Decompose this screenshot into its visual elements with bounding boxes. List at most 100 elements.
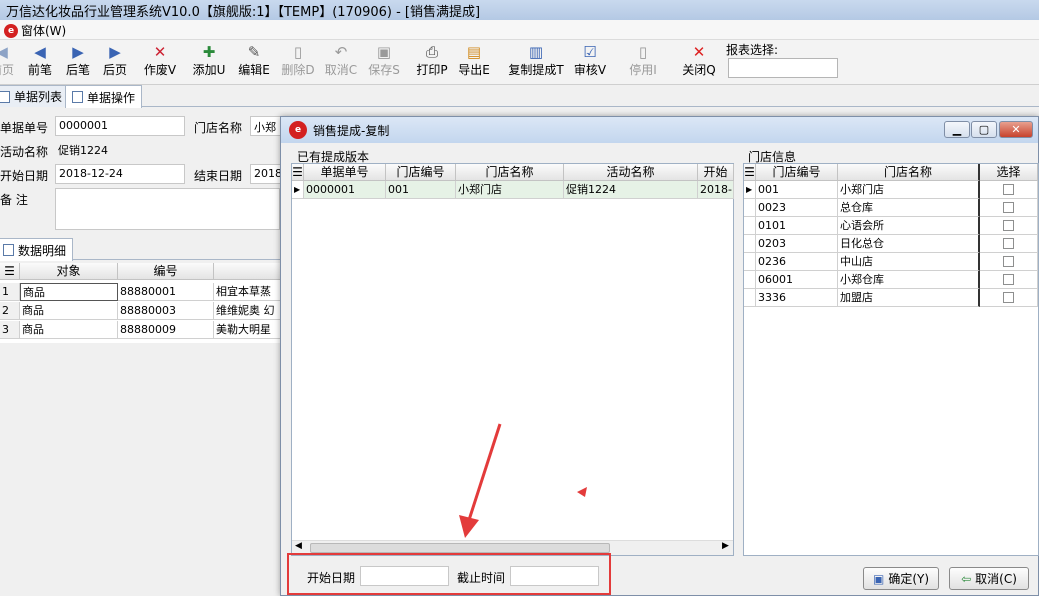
tab-detail[interactable]: 数据明细: [0, 238, 74, 261]
versions-col-doc: 单据单号: [304, 164, 386, 181]
scroll-thumb[interactable]: [310, 543, 610, 553]
cell-store-code: 0203: [756, 235, 838, 253]
row-pointer-icon: [744, 217, 756, 235]
scroll-left-icon[interactable]: ◀: [295, 541, 302, 551]
cell-store-code: 3336: [756, 289, 838, 307]
select-checkbox[interactable]: [1003, 238, 1014, 249]
select-checkbox[interactable]: [1003, 184, 1014, 195]
cell-store-code: 0023: [756, 199, 838, 217]
start-date-field[interactable]: 2018-12-24: [55, 164, 185, 184]
cell-name: 美勒大明星: [214, 321, 282, 339]
row-number: 2: [0, 302, 20, 320]
remark-label: 备 注: [0, 193, 28, 207]
cell-doc: 0000001: [304, 181, 386, 199]
void-icon: ✕: [153, 43, 167, 61]
row-pointer-icon: [744, 271, 756, 289]
audit-icon: ☑: [583, 43, 597, 61]
store-col-select: 选择: [980, 164, 1038, 181]
cell-object: 商品: [20, 283, 118, 301]
report-select-input[interactable]: [728, 58, 838, 78]
versions-grid-menu-icon[interactable]: ☰: [292, 164, 304, 181]
cell-select: [980, 271, 1038, 289]
cell-store-name: 小郑仓库: [838, 271, 980, 289]
select-checkbox[interactable]: [1003, 202, 1014, 213]
copy-commission-button[interactable]: ▥ 复制提成T: [508, 43, 564, 83]
cell-name: 相宜本草蒸: [214, 283, 282, 301]
close-dialog-button[interactable]: ✕: [999, 121, 1033, 138]
cancel-tool-button[interactable]: ↶ 取消C: [319, 43, 363, 83]
close-tool-button[interactable]: ✕ 关闭Q: [677, 43, 721, 83]
remark-field[interactable]: [55, 188, 280, 230]
ok-button[interactable]: ▣ 确定(Y): [863, 567, 939, 590]
versions-col-code: 门店编号: [386, 164, 456, 181]
edit-button[interactable]: ✎ 编辑E: [232, 43, 276, 83]
select-checkbox[interactable]: [1003, 292, 1014, 303]
add-button[interactable]: ✚ 添加U: [187, 43, 231, 83]
store-grid-menu-icon[interactable]: ☰: [744, 164, 756, 181]
doc-icon: [72, 91, 83, 103]
menu-window[interactable]: e 窗体(W): [4, 22, 66, 39]
store-field[interactable]: 小郑: [250, 116, 282, 136]
row-pointer-icon: ▶: [744, 181, 756, 199]
cell-store-code: 0236: [756, 253, 838, 271]
cell-store-name: 日化总仓: [838, 235, 980, 253]
export-icon: ▤: [466, 43, 482, 61]
cell-store-code: 001: [756, 181, 838, 199]
cancel-button[interactable]: ⇦ 取消(C): [949, 567, 1029, 590]
versions-col-activity: 活动名称: [564, 164, 698, 181]
report-select: 报表选择:: [726, 41, 838, 78]
void-button[interactable]: ✕ 作废V: [138, 43, 182, 83]
row-pointer-icon: [744, 235, 756, 253]
detail-grid: ☰ 对象 编号 1 商品 88880001 相宜本草蒸 2 商品 8888000…: [0, 263, 282, 343]
versions-grid: ☰ 单据单号 门店编号 门店名称 活动名称 开始 ▶ 0000001 001 小…: [291, 163, 734, 556]
toolbar: ◀前页 ◀前笔 ▶后笔 ▶后页 ✕作废V ✚添加U ✎编辑E ▯删除D ↶取消C…: [0, 40, 1039, 85]
printer-icon: ⎙: [425, 43, 438, 61]
row-pointer-icon: [744, 253, 756, 271]
audit-button[interactable]: ☑ 审核V: [568, 43, 612, 83]
cell-object: 商品: [20, 321, 118, 339]
disable-icon: ▯: [638, 43, 648, 61]
store-grid: ☰ 门店编号 门店名称 选择 ▶ 001 小郑门店 0023 总仓库 0101 心语会所 02…: [743, 163, 1039, 556]
tab-list[interactable]: 单据列表: [0, 85, 70, 107]
save-icon: ▣: [376, 43, 392, 61]
print-button[interactable]: ⎙ 打印P: [410, 43, 454, 83]
end-date-field[interactable]: 2018: [250, 164, 282, 184]
delete-button[interactable]: ▯ 删除D: [276, 43, 320, 83]
cell-store-name: 总仓库: [838, 199, 980, 217]
minimize-button[interactable]: ▁: [944, 121, 970, 138]
start-date-label: 开始日期: [0, 169, 49, 183]
cell-select: [980, 289, 1038, 307]
select-checkbox[interactable]: [1003, 274, 1014, 285]
activity-label: 活动名称: [0, 145, 49, 159]
row-number: 3: [0, 321, 20, 339]
cell-store-code: 06001: [756, 271, 838, 289]
dialog-logo-icon: e: [289, 121, 307, 139]
cell-store-name: 加盟店: [838, 289, 980, 307]
cell-code: 001: [386, 181, 456, 199]
disable-button[interactable]: ▯ 停用I: [621, 43, 665, 83]
detail-doc-icon: [3, 244, 14, 256]
scroll-right-icon[interactable]: ▶: [722, 541, 729, 551]
chart-icon: ▥: [528, 43, 544, 61]
cell-activity: 促销1224: [564, 181, 698, 199]
save-button[interactable]: ▣ 保存S: [362, 43, 406, 83]
select-checkbox[interactable]: [1003, 256, 1014, 267]
close-icon: ✕: [692, 43, 706, 61]
doc-no-label: 单据单号: [0, 121, 49, 135]
tab-operation[interactable]: 单据操作: [65, 85, 143, 108]
activity-field[interactable]: 促销1224: [55, 140, 280, 160]
exit-icon: ⇦: [961, 571, 972, 586]
detail-grid-menu-icon[interactable]: ☰: [0, 263, 20, 280]
dialog-title: 销售提成-复制: [313, 123, 390, 138]
cell-code: 88880003: [118, 302, 214, 320]
row-pointer-icon: ▶: [292, 181, 304, 199]
select-checkbox[interactable]: [1003, 220, 1014, 231]
app-logo-icon: e: [4, 23, 18, 38]
export-button[interactable]: ▤ 导出E: [452, 43, 496, 83]
cell-select: [980, 181, 1038, 199]
doc-no-field[interactable]: 0000001: [55, 116, 185, 136]
store-label: 门店名称: [194, 121, 243, 135]
store-col-name: 门店名称: [838, 164, 980, 181]
last-page-button[interactable]: ▶ 后页: [93, 43, 137, 83]
maximize-button[interactable]: ▢: [971, 121, 997, 138]
